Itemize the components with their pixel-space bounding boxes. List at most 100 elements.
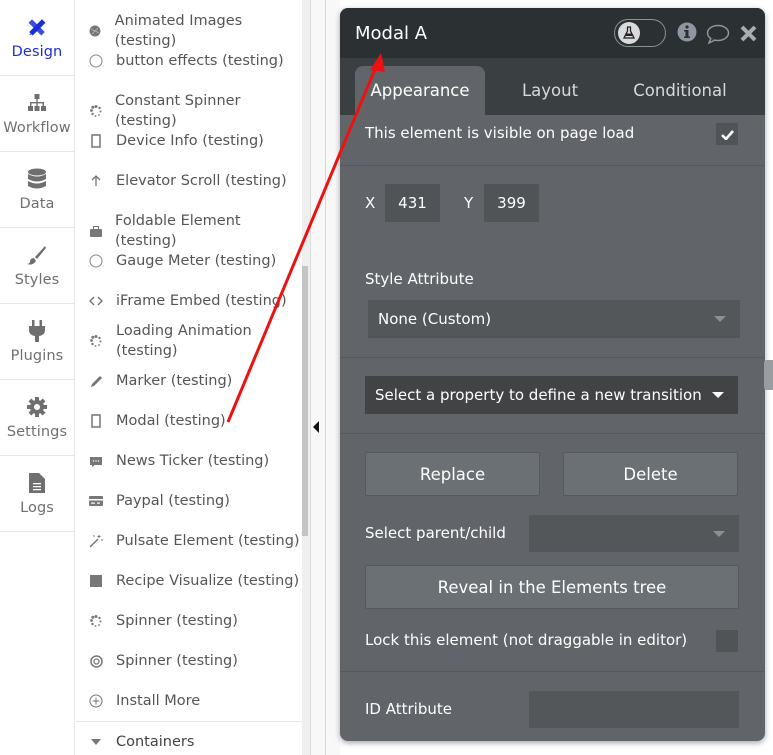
visible-on-load-label: This element is visible on page load [365, 124, 635, 142]
tab-bar: Appearance Layout Conditional [340, 58, 765, 115]
id-attribute-input[interactable] [529, 691, 739, 728]
tab-layout[interactable]: Layout [485, 66, 615, 115]
element-list: Animated Images (testing) button effects… [76, 0, 302, 755]
workflow-icon [26, 92, 48, 114]
list-item[interactable]: Spinner (testing) [76, 651, 302, 671]
nav-item-workflow[interactable]: Workflow [0, 76, 74, 152]
delete-button[interactable]: Delete [563, 452, 738, 496]
magic-wand-icon [76, 534, 116, 548]
transition-property-dropdown[interactable]: Select a property to define a new transi… [365, 376, 738, 414]
code-icon [76, 296, 116, 306]
list-item[interactable]: Paypal (testing) [76, 491, 302, 511]
list-item[interactable]: News Ticker (testing) [76, 451, 302, 471]
panel-header[interactable]: Modal A [340, 8, 765, 58]
x-input[interactable]: 431 [385, 184, 440, 222]
list-item[interactable]: Spinner (testing) [76, 611, 302, 631]
nav-label: Styles [14, 271, 60, 288]
checkmark-icon [720, 125, 734, 144]
database-icon [26, 168, 48, 190]
info-icon[interactable] [677, 22, 697, 46]
x-label: X [365, 194, 376, 212]
spinner-icon [76, 335, 116, 347]
nav-label: Data [19, 195, 55, 212]
comment-icon[interactable] [706, 24, 730, 48]
plus-circle-icon [76, 694, 116, 708]
gear-icon [26, 396, 48, 418]
nav-label: Design [11, 43, 63, 60]
list-item[interactable]: Device Info (testing) [76, 131, 302, 151]
list-item[interactable]: Foldable Element (testing) [76, 211, 302, 251]
nav-item-design[interactable]: Design [0, 0, 74, 76]
side-drawer-handle[interactable] [764, 360, 773, 390]
list-item[interactable]: Recipe Visualize (testing) [76, 571, 302, 591]
style-attribute-value: None (Custom) [378, 310, 492, 328]
list-item[interactable]: Gauge Meter (testing) [76, 251, 302, 271]
mobile-icon [76, 134, 116, 148]
lock-element-label: Lock this element (not draggable in edit… [365, 631, 688, 649]
chevron-down-icon [712, 392, 724, 398]
nav-item-styles[interactable]: Styles [0, 228, 74, 304]
circle-icon [76, 254, 116, 268]
list-item[interactable]: Animated Images (testing) [76, 11, 302, 51]
style-attribute-dropdown[interactable]: None (Custom) [368, 300, 740, 338]
life-ring-icon [76, 654, 116, 668]
list-item[interactable]: Marker (testing) [76, 371, 302, 391]
y-input[interactable]: 399 [484, 184, 539, 222]
square-icon [76, 575, 116, 587]
nav-item-data[interactable]: Data [0, 152, 74, 228]
spinner-icon [76, 105, 115, 117]
mobile-icon [76, 414, 116, 428]
panel-title[interactable]: Modal A [355, 23, 427, 44]
visible-on-load-checkbox[interactable] [716, 123, 738, 145]
lock-element-checkbox[interactable] [716, 630, 738, 652]
divider [340, 671, 765, 672]
animated-image-icon [76, 25, 115, 37]
id-attribute-label: ID Attribute [365, 700, 452, 718]
list-item[interactable]: Pulsate Element (testing) [76, 531, 302, 551]
replace-button[interactable]: Replace [365, 452, 540, 496]
credit-card-icon [76, 496, 116, 506]
section-containers[interactable]: Containers [76, 732, 302, 752]
debug-toggle[interactable] [614, 19, 666, 47]
nav-item-plugins[interactable]: Plugins [0, 304, 74, 380]
y-label: Y [464, 194, 474, 212]
flask-icon [622, 24, 636, 43]
collapse-panel-icon[interactable] [313, 421, 319, 433]
divider [340, 433, 765, 434]
plug-icon [26, 319, 48, 342]
circle-icon [76, 54, 116, 68]
list-divider [76, 721, 302, 722]
style-attribute-label: Style Attribute [365, 270, 474, 288]
nav-label: Settings [6, 423, 68, 440]
chevron-down-icon [714, 316, 726, 322]
tab-conditional[interactable]: Conditional [615, 66, 745, 115]
caret-down-icon [76, 739, 116, 745]
parent-child-dropdown[interactable] [529, 515, 739, 552]
list-item[interactable]: Modal (testing) [76, 411, 302, 431]
design-icon [26, 16, 48, 38]
divider [340, 165, 765, 166]
spinner-icon [76, 615, 116, 627]
nav-label: Plugins [10, 347, 64, 364]
close-icon[interactable] [740, 25, 757, 46]
list-item[interactable]: Constant Spinner (testing) [76, 91, 302, 131]
nav-item-settings[interactable]: Settings [0, 380, 74, 456]
left-nav: Design Workflow Data Styles Plugins Sett… [0, 0, 75, 755]
list-item[interactable]: iFrame Embed (testing) [76, 291, 302, 311]
brush-icon [26, 244, 48, 266]
nav-label: Logs [20, 499, 54, 516]
divider [340, 357, 765, 358]
list-scrollbar-thumb[interactable] [302, 266, 308, 536]
tab-appearance[interactable]: Appearance [355, 66, 485, 115]
reveal-in-elements-tree-button[interactable]: Reveal in the Elements tree [365, 565, 739, 609]
nav-item-logs[interactable]: Logs [0, 456, 74, 532]
document-icon [26, 472, 48, 494]
transition-placeholder: Select a property to define a new transi… [375, 386, 702, 404]
install-more-button[interactable]: Install More [76, 691, 302, 711]
nav-label: Workflow [3, 119, 71, 136]
list-item[interactable]: Loading Animation (testing) [76, 321, 302, 361]
chevron-down-icon [713, 531, 725, 537]
gutter-divider [325, 0, 326, 755]
list-item[interactable]: button effects (testing) [76, 51, 302, 71]
list-item[interactable]: Elevator Scroll (testing) [76, 171, 302, 191]
